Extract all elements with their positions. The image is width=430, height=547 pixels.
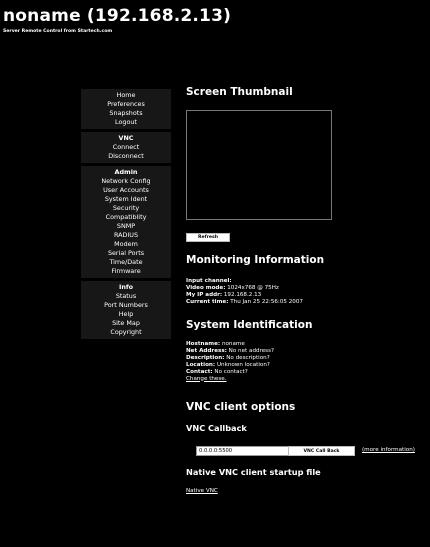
hostname-label: Hostname: xyxy=(186,341,221,347)
nav-heading-admin: Admin xyxy=(114,168,138,176)
nav-item-snmp[interactable]: SNMP xyxy=(81,222,171,231)
monitoring-info: Input channel: Video mode: 1024x768 @ 75… xyxy=(186,278,303,306)
location-value: Unknown location? xyxy=(216,361,270,368)
nav-item-time-date[interactable]: Time/Date xyxy=(81,258,171,267)
description-label: Description: xyxy=(186,354,225,361)
hostname-value: noname xyxy=(221,341,245,347)
ip-addr-value: 192.168.2.13 xyxy=(223,291,262,298)
native-vnc-heading: Native VNC client startup file xyxy=(186,467,321,477)
nav-item-compatibility[interactable]: Compatiblity xyxy=(81,213,171,222)
nav-item-system-ident[interactable]: System Ident xyxy=(81,195,171,204)
nav-item-firmware[interactable]: Firmware xyxy=(81,267,171,276)
nav-item-port-numbers[interactable]: Port Numbers xyxy=(81,301,171,310)
location-label: Location: xyxy=(186,361,216,368)
nav-group-vnc: VNC Connect Disconnect xyxy=(81,132,171,163)
nav-group-main: Home Preferences Snapshots Logout xyxy=(81,89,171,129)
page-title: noname (192.168.2.13) xyxy=(3,6,232,26)
contact-row: Contact: No contact? xyxy=(186,369,274,376)
nav-item-snapshots[interactable]: Snapshots xyxy=(81,109,171,118)
nav-item-user-accounts[interactable]: User Accounts xyxy=(81,186,171,195)
nav-item-logout[interactable]: Logout xyxy=(81,118,171,127)
input-channel-row: Input channel: xyxy=(186,278,303,285)
nav-item-home[interactable]: Home xyxy=(81,91,171,100)
more-information-link[interactable]: (more information) xyxy=(362,447,415,453)
current-time-value: Thu Jan 25 22:56:05 2007 xyxy=(230,298,303,305)
nav-item-connect[interactable]: Connect xyxy=(81,143,171,152)
nav-group-admin: Admin Network Config User Accounts Syste… xyxy=(81,166,171,278)
location-row: Location: Unknown location? xyxy=(186,362,274,369)
nav-item-help[interactable]: Help xyxy=(81,310,171,319)
monitoring-heading: Monitoring Information xyxy=(186,254,325,266)
net-address-row: Net Address: No net address? xyxy=(186,348,274,355)
hostname-row: Hostname: noname xyxy=(186,341,274,348)
nav-item-copyright[interactable]: Copyright xyxy=(81,328,171,337)
nav-item-modem[interactable]: Modem xyxy=(81,240,171,249)
nav-group-info: Info Status Port Numbers Help Site Map C… xyxy=(81,281,171,339)
input-channel-label: Input channel: xyxy=(186,278,232,284)
system-identification-heading: System Identification xyxy=(186,319,313,331)
net-address-value: No net address? xyxy=(228,347,274,354)
nav-item-serial-ports[interactable]: Serial Ports xyxy=(81,249,171,258)
ip-addr-row: My IP addr: 192.168.2.13 xyxy=(186,292,303,299)
nav-item-security[interactable]: Security xyxy=(81,204,171,213)
native-vnc-link[interactable]: Native VNC xyxy=(186,488,218,494)
video-mode-row: Video mode: 1024x768 @ 75Hz xyxy=(186,285,303,292)
vnc-callback-heading: VNC Callback xyxy=(186,423,247,433)
vnc-client-options-heading: VNC client options xyxy=(186,401,296,413)
contact-label: Contact: xyxy=(186,368,213,375)
net-address-label: Net Address: xyxy=(186,347,227,354)
video-mode-value: 1024x768 @ 75Hz xyxy=(227,284,279,291)
refresh-button[interactable]: Refresh xyxy=(186,233,230,242)
sidebar-nav: Home Preferences Snapshots Logout VNC Co… xyxy=(81,89,171,339)
contact-value: No contact? xyxy=(214,368,248,375)
system-identification-info: Hostname: noname Net Address: No net add… xyxy=(186,341,274,382)
current-time-row: Current time: Thu Jan 25 22:56:05 2007 xyxy=(186,299,303,306)
change-these-link[interactable]: Change these. xyxy=(186,376,274,383)
screen-thumbnail-image[interactable] xyxy=(186,110,332,220)
nav-item-network-config[interactable]: Network Config xyxy=(81,177,171,186)
description-value: No description? xyxy=(226,354,270,361)
nav-heading-info: Info xyxy=(118,283,134,291)
nav-heading-vnc: VNC xyxy=(118,134,134,142)
nav-item-status[interactable]: Status xyxy=(81,292,171,301)
vnc-call-back-button[interactable]: VNC Call Back xyxy=(288,446,355,456)
nav-item-site-map[interactable]: Site Map xyxy=(81,319,171,328)
nav-item-disconnect[interactable]: Disconnect xyxy=(81,152,171,161)
description-row: Description: No description? xyxy=(186,355,274,362)
nav-item-preferences[interactable]: Preferences xyxy=(81,100,171,109)
page-subtitle: Server Remote Control from Startech.com xyxy=(3,29,113,34)
ip-addr-label: My IP addr: xyxy=(186,291,223,298)
screen-thumbnail-heading: Screen Thumbnail xyxy=(186,86,293,98)
current-time-label: Current time: xyxy=(186,298,229,305)
video-mode-label: Video mode: xyxy=(186,284,226,291)
vnc-callback-input[interactable] xyxy=(196,446,294,456)
nav-item-radius[interactable]: RADIUS xyxy=(81,231,171,240)
